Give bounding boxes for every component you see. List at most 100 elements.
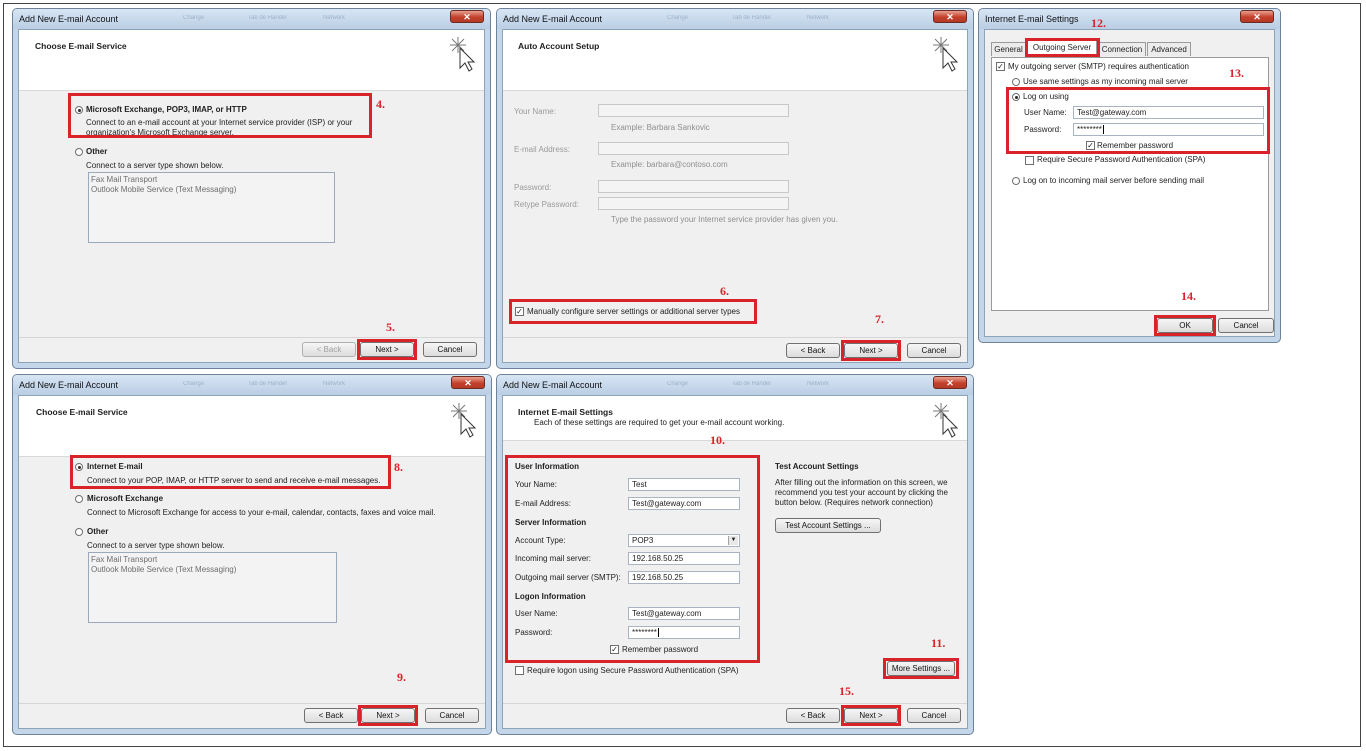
use-same-label[interactable]: Use same settings as my incoming mail se… [1023,77,1188,86]
window-choose-service-1: Add New E-mail Account Change Tab de Han… [12,8,491,369]
ghost-tab: Tab de Handel [248,381,287,387]
title-bar[interactable]: Add New E-mail Account Change Tab de Han… [13,9,490,29]
tab-connection[interactable]: Connection [1098,42,1146,56]
close-button[interactable]: ✕ [933,376,967,389]
option-label[interactable]: Microsoft Exchange [87,494,163,503]
option-label[interactable]: Microsoft Exchange, POP3, IMAP, or HTTP [86,105,247,114]
user-name-input[interactable]: Test@gateway.com [628,607,740,620]
cancel-button[interactable]: Cancel [907,708,961,723]
title-bar[interactable]: Add New E-mail Account Change Tab de Han… [13,375,491,395]
title-bar[interactable]: Add New E-mail Account Change Tab de Han… [497,9,973,29]
radio-internet-email[interactable] [75,463,83,471]
cancel-button[interactable]: Cancel [907,343,961,358]
next-button[interactable]: Next > [844,343,898,358]
outgoing-server-input[interactable]: 192.168.50.25 [628,571,740,584]
title-bar[interactable]: Add New E-mail Account Change Tab de Han… [497,375,973,395]
account-type-select[interactable]: POP3 ▼ [628,534,740,547]
radio-use-same[interactable] [1012,78,1020,86]
test-account-settings-button[interactable]: Test Account Settings ... [775,518,881,533]
next-button[interactable]: Next > [361,708,415,723]
close-button[interactable]: ✕ [450,10,484,23]
cancel-button[interactable]: Cancel [423,342,477,357]
password-input[interactable] [598,180,789,193]
step-number: 14. [1181,289,1196,303]
smtp-auth-label[interactable]: My outgoing server (SMTP) requires authe… [1008,62,1189,71]
retype-password-input[interactable] [598,197,789,210]
your-name-label: Your Name: [514,107,556,116]
step-number: 11. [931,636,946,650]
user-name-input[interactable]: Test@gateway.com [1073,106,1264,119]
your-name-example: Example: Barbara Sankovic [611,123,710,132]
radio-other[interactable] [75,528,83,536]
radio-other[interactable] [75,148,83,156]
close-button[interactable]: ✕ [933,10,967,23]
log-on-incoming-label[interactable]: Log on to incoming mail server before se… [1023,176,1204,185]
list-item[interactable]: Outlook Mobile Service (Text Messaging) [91,185,332,195]
footer-divider [19,703,485,704]
require-spa-checkbox[interactable] [515,666,524,675]
your-name-input[interactable] [598,104,789,117]
option-description: Connect to a server type shown below. [86,161,224,170]
step-number: 6. [720,284,729,298]
option-label[interactable]: Other [87,527,108,536]
password-input[interactable]: ******** [628,626,740,639]
password-value: ******** [632,628,657,637]
list-item[interactable]: Fax Mail Transport [91,175,332,185]
smtp-auth-checkbox[interactable]: ✓ [996,62,1005,71]
account-type-value: POP3 [632,536,654,545]
text-caret [1102,125,1104,135]
manual-config-checkbox[interactable]: ✓ [515,307,524,316]
require-spa-label[interactable]: Require logon using Secure Password Auth… [527,666,739,675]
email-input[interactable]: Test@gateway.com [628,497,740,510]
option-label[interactable]: Other [86,147,107,156]
cancel-button[interactable]: Cancel [425,708,479,723]
text-caret [657,628,659,638]
ghost-tab: Change [667,381,689,387]
option-label[interactable]: Internet E-mail [87,462,143,471]
more-settings-button[interactable]: More Settings ... [887,661,955,676]
title-bar[interactable]: Internet E-mail Settings ✕ [979,9,1280,29]
email-input[interactable] [598,142,789,155]
server-type-list[interactable]: Fax Mail Transport Outlook Mobile Servic… [88,552,337,623]
ghost-tab: Change [667,15,689,21]
dropdown-arrow-icon[interactable]: ▼ [728,536,738,545]
window-choose-service-2: Add New E-mail Account Change Tab de Han… [12,374,492,735]
close-button[interactable]: ✕ [1240,10,1274,23]
incoming-server-input[interactable]: 192.168.50.25 [628,552,740,565]
list-item[interactable]: Outlook Mobile Service (Text Messaging) [91,565,334,575]
tab-advanced[interactable]: Advanced [1147,42,1191,56]
your-name-input[interactable]: Test [628,478,740,491]
require-spa-label[interactable]: Require Secure Password Authentication (… [1037,155,1205,164]
remember-password-checkbox[interactable]: ✓ [1086,141,1095,150]
ghost-tab: Network [323,15,346,21]
require-spa-checkbox[interactable] [1025,156,1034,165]
remember-password-checkbox[interactable]: ✓ [610,645,619,654]
tab-outgoing-server[interactable]: Outgoing Server [1027,40,1097,56]
cancel-button[interactable]: Cancel [1218,318,1274,333]
back-button[interactable]: < Back [786,708,840,723]
list-item[interactable]: Fax Mail Transport [91,555,334,565]
next-button[interactable]: Next > [844,708,898,723]
radio-log-on-incoming[interactable] [1012,177,1020,185]
remember-password-label[interactable]: Remember password [622,645,698,654]
back-button[interactable]: < Back [304,708,358,723]
next-button[interactable]: Next > [360,342,414,357]
radio-exchange-pop3[interactable] [75,106,83,114]
password-input[interactable]: ******** [1073,123,1264,136]
ghost-tab: Network [807,381,830,387]
tab-general[interactable]: General [991,42,1026,56]
server-type-list[interactable]: Fax Mail Transport Outlook Mobile Servic… [88,172,335,243]
option-description: organization's Microsoft Exchange server… [86,128,234,137]
manual-config-label[interactable]: Manually configure server settings or ad… [527,307,740,316]
remember-password-label[interactable]: Remember password [1097,141,1173,150]
back-button[interactable]: < Back [786,343,840,358]
ok-button[interactable]: OK [1157,318,1213,333]
radio-microsoft-exchange[interactable] [75,495,83,503]
tab-strip: General Outgoing Server Connection Advan… [991,40,1271,58]
radio-log-on-using[interactable] [1012,93,1020,101]
wizard-cursor-icon [451,403,477,438]
close-button[interactable]: ✕ [451,376,485,389]
back-button[interactable]: < Back [302,342,356,357]
log-on-using-label[interactable]: Log on using [1023,92,1069,101]
window-internet-email-settings: Internet E-mail Settings ✕ 12. General O… [978,8,1281,343]
